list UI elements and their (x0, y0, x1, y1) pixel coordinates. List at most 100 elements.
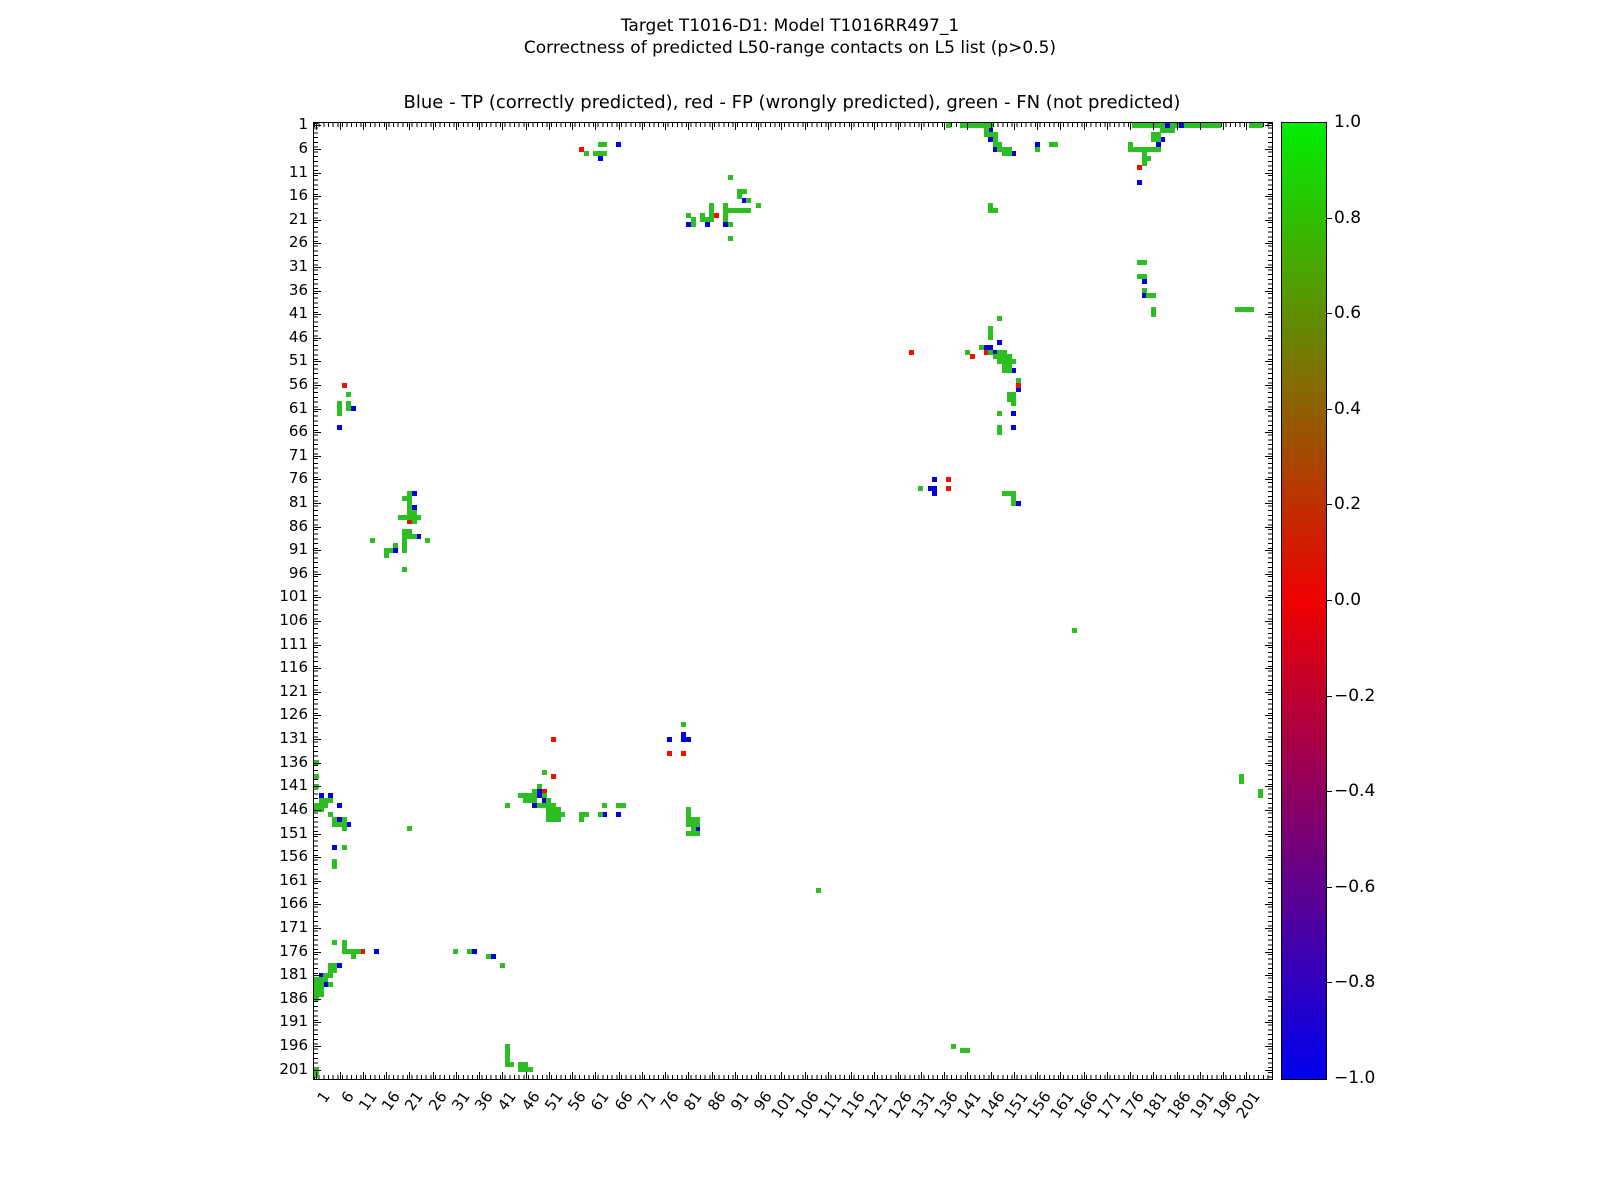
y-tick-label: 61 (288, 398, 308, 417)
axis-major-tick (711, 123, 713, 130)
colorbar-tick-label: −0.6 (1334, 876, 1376, 897)
axis-major-tick (1265, 266, 1272, 268)
axis-major-tick (1265, 644, 1272, 646)
y-tick-label: 131 (279, 729, 308, 748)
contact-dot (997, 429, 1003, 435)
axis-major-tick (665, 1072, 667, 1079)
y-tick-label: 181 (279, 965, 308, 984)
axis-major-tick (618, 1072, 620, 1079)
contact-dot (978, 344, 984, 350)
contact-dot (425, 538, 431, 544)
colorbar-tick (1326, 791, 1332, 793)
y-tick-label: 66 (288, 422, 308, 441)
contact-dot (327, 798, 333, 803)
contact-dot (950, 1043, 956, 1049)
contact-dot (1155, 137, 1161, 142)
contact-dot (1141, 273, 1147, 279)
axis-major-tick (1265, 573, 1272, 575)
contact-dot (332, 845, 338, 851)
axis-major-tick (1037, 123, 1039, 130)
axis-major-tick (314, 927, 321, 929)
contact-dot (667, 750, 673, 756)
axis-major-tick (944, 123, 946, 130)
contact-dot (416, 514, 422, 520)
axis-major-tick (804, 1072, 806, 1079)
axis-major-tick (781, 1072, 783, 1079)
axis-major-tick (1265, 479, 1272, 481)
contact-dot (341, 826, 347, 832)
axis-major-tick (314, 196, 321, 198)
colorbar-tick (1326, 886, 1332, 888)
colorbar-tick (1326, 217, 1332, 219)
colorbar-tick (1326, 695, 1332, 697)
axis-major-tick (314, 526, 321, 528)
contact-dot (681, 750, 687, 756)
axis-major-tick (314, 266, 321, 268)
contact-dot (616, 141, 622, 147)
axis-major-tick (618, 123, 620, 130)
contact-dot (551, 736, 556, 742)
axis-major-tick (362, 1072, 364, 1079)
axis-major-tick (1265, 408, 1272, 410)
contact-dot (1016, 377, 1021, 383)
y-tick-label: 191 (279, 1012, 308, 1031)
y-tick-label: 111 (279, 634, 308, 653)
axis-major-tick (314, 125, 321, 127)
axis-major-tick (525, 1072, 527, 1079)
colorbar-tick-label: 0.4 (1334, 398, 1362, 419)
axis-major-tick (339, 1072, 341, 1079)
y-tick-label: 176 (279, 941, 308, 960)
contact-dot (332, 864, 338, 870)
axis-major-tick (455, 123, 457, 130)
axis-major-tick (362, 123, 364, 130)
axis-major-tick (314, 904, 321, 906)
contact-dot (527, 1067, 533, 1073)
axis-major-tick (851, 123, 853, 130)
contact-dot (1011, 151, 1017, 157)
axis-major-tick (1130, 1072, 1132, 1079)
axis-major-tick (1083, 1072, 1085, 1079)
axis-major-tick (409, 1072, 411, 1079)
axis-major-tick (548, 1072, 550, 1079)
y-tick-label: 46 (288, 327, 308, 346)
y-tick-label: 141 (279, 776, 308, 795)
axis-major-tick (1265, 526, 1272, 528)
y-tick-label: 146 (279, 799, 308, 818)
axis-major-tick (314, 951, 321, 953)
figure-title-line2: Correctness of predicted L50-range conta… (523, 38, 1057, 58)
contact-dot (746, 198, 752, 204)
contact-dot (602, 151, 608, 157)
colorbar-tick-label: −1.0 (1334, 1068, 1376, 1088)
colorbar-tick (1326, 313, 1332, 315)
axis-major-tick (1013, 123, 1015, 130)
axis-major-tick (314, 432, 321, 434)
contact-dot (709, 217, 715, 223)
contact-dot (1034, 146, 1040, 152)
y-tick-label: 71 (288, 445, 308, 464)
y-tick-label: 41 (288, 304, 308, 323)
contact-dot (946, 122, 952, 128)
contact-dot (392, 543, 398, 548)
axis-major-tick (967, 123, 969, 130)
contact-dot (685, 736, 691, 742)
colorbar-tick-label: 0.6 (1334, 303, 1362, 324)
contact-dot (727, 236, 733, 242)
figure-title-line1: Target T1016-D1: Model T1016RR497_1 (620, 16, 960, 36)
contact-dot (346, 392, 352, 397)
axis-major-tick (641, 1072, 643, 1079)
axis-major-tick (967, 1072, 969, 1079)
contact-dot (1011, 425, 1017, 430)
contact-dot (318, 991, 324, 997)
contact-dot (1160, 137, 1166, 142)
axis-major-tick (1265, 998, 1272, 1000)
contact-dot (411, 533, 417, 539)
axis-major-tick (409, 123, 411, 130)
contact-dot (388, 547, 394, 553)
y-tick-label: 126 (279, 705, 308, 724)
contact-dot (816, 887, 822, 893)
contact-dot (755, 203, 761, 209)
contact-dot (597, 812, 603, 818)
axes-title-legend: Blue - TP (correctly predicted), red - F… (403, 92, 1181, 113)
axis-major-tick (314, 337, 321, 339)
x-axis-minor-ticks-top (314, 123, 1272, 127)
